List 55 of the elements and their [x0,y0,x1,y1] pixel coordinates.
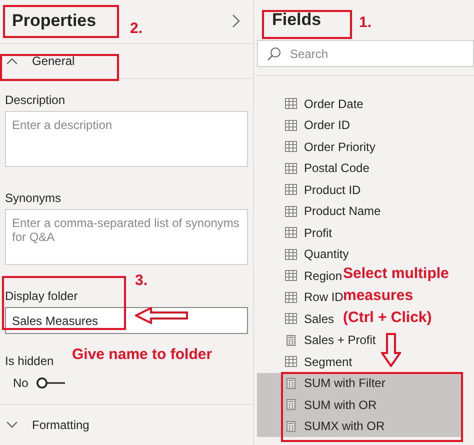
calculator-icon [285,420,297,432]
step-number: 3. [135,272,148,289]
calculator-icon [285,334,297,346]
section-header[interactable]: General [0,44,253,80]
field-label: Synonyms [5,191,62,206]
table-icon [285,98,297,110]
step-number: 1. [359,14,372,31]
synonyms-field[interactable]: Enter a comma-separated list of synonyms for Q&A [5,209,248,266]
field-item[interactable]: SUMX with OR [257,416,462,437]
toggle-switch[interactable] [36,377,66,390]
table-icon [285,248,297,260]
panel-title: Fields [272,10,322,30]
table-icon [285,227,297,238]
search-icon [267,47,281,61]
field-item[interactable]: Product Name [257,200,381,222]
annotation-note: Give name to folder [72,345,212,365]
field-item[interactable]: Segment [257,351,352,372]
field-item[interactable]: Row ID [257,286,344,308]
field-label: Is hidden [5,354,54,368]
calculator-icon [285,378,297,389]
field-item[interactable]: Postal Code [257,158,370,179]
panel-title: Properties [12,11,96,32]
search-field[interactable]: Search [257,40,474,67]
down-arrow-icon [381,333,401,367]
field-item[interactable]: Product ID [257,179,361,200]
field-item[interactable]: SUM with OR [257,394,462,416]
table-icon [285,206,297,217]
table-icon [285,120,297,131]
description-field[interactable]: Enter a description [5,111,248,168]
field-item[interactable]: Order Priority [257,136,376,158]
field-item[interactable]: Quantity [257,244,349,265]
field-item[interactable]: Sales [257,308,334,330]
field-item[interactable]: Region [257,265,342,286]
table-icon [285,292,297,303]
display-folder-field[interactable]: Sales Measures [5,307,248,334]
table-icon [285,184,297,196]
step-number: 2. [130,20,143,37]
chevron-right-icon[interactable] [231,14,241,28]
left-arrow-icon [135,307,189,324]
section-header[interactable]: Formatting [0,405,253,445]
calculator-icon [285,399,297,410]
toggle-value: No [13,376,28,390]
table-icon [285,356,297,368]
annotation-note: Select multiple measures (Ctrl + Click) [343,264,449,328]
field-label: Display folder [5,289,78,304]
field-item[interactable]: SUM with Filter [257,372,462,394]
field-label: Description [5,93,66,108]
field-item[interactable]: Order ID [257,114,350,136]
table-icon [285,270,297,282]
table-icon [285,162,297,174]
field-item[interactable]: Profit [257,222,332,244]
table-icon [285,313,297,324]
field-item[interactable]: Sales + Profit [257,330,376,351]
field-item[interactable]: Order Date [257,93,364,114]
table-icon [285,141,297,152]
